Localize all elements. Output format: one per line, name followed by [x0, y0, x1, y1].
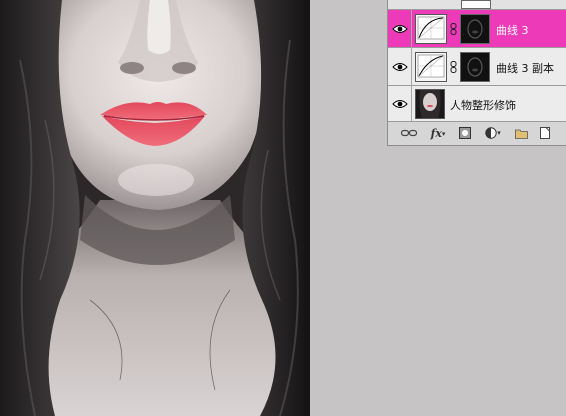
new-layer-button[interactable] — [538, 126, 552, 140]
layer-mask-thumbnail[interactable] — [460, 14, 490, 44]
mask-icon — [467, 19, 483, 39]
visibility-toggle[interactable] — [388, 48, 412, 85]
layer-row-portrait[interactable]: 人物整形修饰 — [388, 86, 566, 122]
new-group-icon — [514, 129, 528, 139]
portrait-thumbnail-icon — [416, 90, 444, 118]
new-layer-icon — [540, 127, 550, 139]
layer-name[interactable]: 曲线 3 副本 — [496, 60, 554, 76]
curves-icon — [417, 54, 445, 78]
chain-link-icon[interactable] — [450, 23, 457, 35]
layers-panel: 曲线 3 曲线 3 副本 人物整形修饰 fx ▾ ▾ — [387, 0, 566, 146]
fx-button[interactable]: fx ▾ — [428, 126, 448, 140]
document-canvas[interactable] — [0, 0, 310, 416]
new-group-button[interactable] — [514, 126, 528, 140]
chain-link-icon[interactable] — [450, 61, 457, 73]
mask-icon — [467, 57, 483, 77]
layer-thumbnail[interactable] — [415, 89, 445, 119]
layer-name[interactable]: 曲线 3 — [496, 22, 529, 38]
curves-thumbnail[interactable] — [415, 52, 447, 82]
curves-icon — [417, 16, 445, 40]
layer-name[interactable]: 人物整形修饰 — [450, 97, 516, 113]
eye-icon[interactable] — [391, 99, 408, 109]
layer-mask-thumbnail[interactable] — [460, 52, 490, 82]
link-layers-button[interactable] — [400, 126, 418, 140]
panel-top-strip — [388, 0, 566, 10]
portrait-photo — [0, 0, 310, 416]
visibility-toggle[interactable] — [388, 10, 412, 47]
fx-label: fx — [430, 126, 442, 140]
curves-thumbnail[interactable] — [415, 14, 447, 44]
eye-icon[interactable] — [391, 62, 408, 72]
add-mask-icon — [459, 127, 471, 139]
new-adjustment-button[interactable]: ▾ — [484, 126, 502, 140]
new-adjustment-icon — [485, 127, 497, 139]
layer-row-curves-3-copy[interactable]: 曲线 3 副本 — [388, 48, 566, 86]
visibility-toggle[interactable] — [388, 86, 412, 121]
layer-row-curves-3[interactable]: 曲线 3 — [388, 10, 566, 48]
layers-toolbar: fx ▾ ▾ — [388, 122, 566, 144]
add-mask-button[interactable] — [458, 126, 472, 140]
eye-icon[interactable] — [391, 24, 408, 34]
link-layers-icon — [401, 129, 417, 137]
